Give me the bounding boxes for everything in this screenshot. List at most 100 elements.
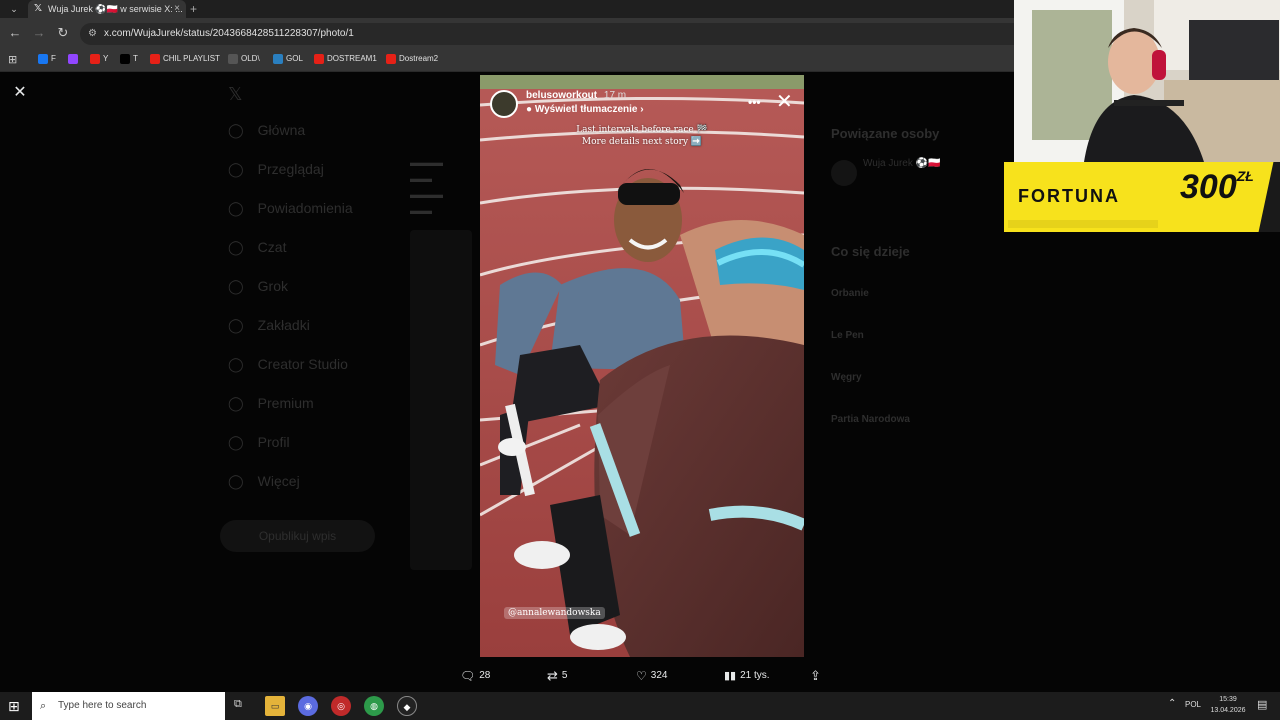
- site-info-icon[interactable]: ⚙: [88, 23, 97, 45]
- fortuna-disclaimer: [1008, 220, 1158, 228]
- app-icon[interactable]: ◆: [397, 696, 417, 716]
- sidebar-nav-icon: ◯: [228, 395, 244, 411]
- story-username-text: belusoworkout: [526, 90, 598, 101]
- share-icon: ⇪: [810, 668, 821, 683]
- sidebar-nav-item[interactable]: ◯ Powiadomienia: [228, 200, 353, 217]
- story-avatar[interactable]: [490, 90, 518, 118]
- post-button[interactable]: Opublikuj wpis: [220, 520, 375, 552]
- tab-search-button[interactable]: ⌄: [6, 2, 22, 16]
- new-tab-button[interactable]: +: [190, 0, 204, 18]
- trend-item[interactable]: Węgry: [831, 372, 862, 383]
- file-explorer-icon[interactable]: ▭: [265, 696, 285, 716]
- sidebar-nav-label: Główna: [257, 122, 306, 138]
- tab-close-button[interactable]: ×: [174, 0, 180, 18]
- bookmark-icon: [150, 54, 160, 64]
- search-placeholder: Type here to search: [58, 700, 147, 711]
- sidebar-nav-icon: ◯: [228, 278, 244, 294]
- webcam-feed: [1014, 0, 1280, 162]
- sidebar-nav-label: Creator Studio: [257, 356, 348, 372]
- trend-item[interactable]: Orbanie: [831, 288, 869, 299]
- translate-link[interactable]: ● Wyświetl tłumaczenie ›: [526, 104, 644, 115]
- sidebar-nav-item[interactable]: ◯ Przeglądaj: [228, 161, 324, 178]
- trend-item[interactable]: Partia Narodowa: [831, 414, 910, 425]
- bookmark-icon: [314, 54, 324, 64]
- sidebar-nav-label: Premium: [257, 395, 314, 411]
- bookmark-label: CHIL PLAYLIST: [163, 54, 220, 63]
- story-caption: Last intervals before race 🏁 More detail…: [480, 124, 804, 148]
- task-view-icon[interactable]: ⧉: [234, 698, 242, 711]
- discord-icon[interactable]: ◉: [298, 696, 318, 716]
- clock-time: 15:39: [1219, 696, 1237, 703]
- tray-chevron-icon[interactable]: ⌃: [1168, 698, 1176, 709]
- bookmark-item[interactable]: Y: [90, 52, 108, 66]
- apps-grid-icon[interactable]: ⊞: [8, 53, 17, 66]
- bookmark-item[interactable]: F: [38, 52, 56, 66]
- tab-title: Wuja Jurek ⚽🇵🇱 w serwisie X: ...: [48, 4, 183, 14]
- chrome-icon[interactable]: ◍: [364, 696, 384, 716]
- related-user-name[interactable]: Wuja Jurek ⚽🇵🇱: [863, 158, 941, 169]
- bookmark-label: DOSTREAM1: [327, 54, 377, 63]
- close-viewer-button[interactable]: ✕: [10, 83, 30, 103]
- views-button[interactable]: ▮▮ 21 tys.: [724, 668, 770, 684]
- view-count: 21 tys.: [740, 670, 770, 681]
- bookmark-item[interactable]: DOSTREAM1: [314, 52, 377, 66]
- bookmark-label: F: [51, 54, 56, 63]
- sidebar-nav-item[interactable]: ◯ Zakładki: [228, 317, 310, 334]
- sidebar-nav-label: Przeglądaj: [257, 161, 324, 177]
- sidebar-nav-item[interactable]: ◯ Profil: [228, 434, 290, 451]
- notification-icon[interactable]: ▤: [1257, 698, 1267, 711]
- forward-icon[interactable]: →: [30, 24, 48, 42]
- obs-icon[interactable]: ◎: [331, 696, 351, 716]
- sidebar-nav-icon: ◯: [228, 434, 244, 450]
- clock[interactable]: 15:39 13.04.2026: [1206, 694, 1250, 716]
- bookmark-item[interactable]: CHIL PLAYLIST: [150, 52, 220, 66]
- trend-item[interactable]: Le Pen: [831, 330, 864, 341]
- windows-start-icon[interactable]: ⊞: [8, 698, 20, 714]
- like-count: 324: [650, 670, 668, 681]
- bookmark-icon: [68, 54, 78, 64]
- story-caption-line1: Last intervals before race 🏁: [576, 125, 708, 135]
- bookmark-label: GOL: [286, 54, 303, 63]
- translate-label: Wyświetl tłumaczenie: [534, 104, 638, 115]
- bookmark-icon: [386, 54, 396, 64]
- share-button[interactable]: ⇪: [810, 668, 821, 684]
- language-indicator[interactable]: POL: [1185, 700, 1201, 709]
- bookmark-item[interactable]: [68, 52, 81, 66]
- sidebar-nav-item[interactable]: ◯ Więcej: [228, 473, 300, 490]
- related-avatar[interactable]: [831, 160, 857, 186]
- sidebar-nav-item[interactable]: ◯ Czat: [228, 239, 286, 256]
- reply-button[interactable]: 🗨 28: [460, 668, 490, 684]
- globe-icon: ●: [526, 104, 533, 115]
- repost-icon: ⇄: [547, 668, 558, 683]
- x-home-logo-icon[interactable]: 𝕏: [228, 84, 243, 105]
- like-button[interactable]: ♡ 324: [636, 668, 667, 684]
- sidebar-nav-item[interactable]: ◯ Premium: [228, 395, 314, 412]
- sidebar-nav-item[interactable]: ◯ Creator Studio: [228, 356, 348, 373]
- story-username[interactable]: belusoworkout 17 m: [526, 90, 626, 101]
- mention-tag[interactable]: @annalewandowska: [504, 607, 605, 619]
- more-options-icon[interactable]: •••: [748, 95, 761, 109]
- bookmark-item[interactable]: OLD\: [228, 52, 260, 66]
- bookmark-item[interactable]: Dostream2: [386, 52, 438, 66]
- sidebar-nav-icon: ◯: [228, 122, 244, 138]
- browser-tab[interactable]: 𝕏 Wuja Jurek ⚽🇵🇱 w serwisie X: ... ×: [28, 0, 186, 18]
- bookmark-item[interactable]: T: [120, 52, 138, 66]
- story-time: 17 m: [603, 90, 627, 101]
- story-photo[interactable]: belusoworkout 17 m ● Wyświetl tłumaczeni…: [480, 75, 804, 657]
- taskbar-search[interactable]: ⌕ Type here to search: [32, 692, 225, 720]
- sidebar-nav-icon: ◯: [228, 200, 244, 216]
- bookmark-icon: [273, 54, 283, 64]
- bookmark-label: Y: [103, 54, 109, 63]
- back-icon[interactable]: ←: [6, 24, 24, 42]
- reload-icon[interactable]: ↻: [54, 24, 72, 42]
- story-close-icon[interactable]: ✕: [776, 89, 793, 114]
- bookmark-label: OLD\: [241, 54, 260, 63]
- bookmark-icon: [228, 54, 238, 64]
- related-heading: Powiązane osoby: [831, 126, 940, 141]
- bookmark-item[interactable]: GOL: [273, 52, 303, 66]
- sidebar-nav-item[interactable]: ◯ Główna: [228, 122, 305, 139]
- bookmark-icon: [120, 54, 130, 64]
- repost-button[interactable]: ⇄ 5: [547, 668, 567, 684]
- sidebar-nav-item[interactable]: ◯ Grok: [228, 278, 288, 295]
- sidebar-nav-label: Zakładki: [257, 317, 310, 333]
